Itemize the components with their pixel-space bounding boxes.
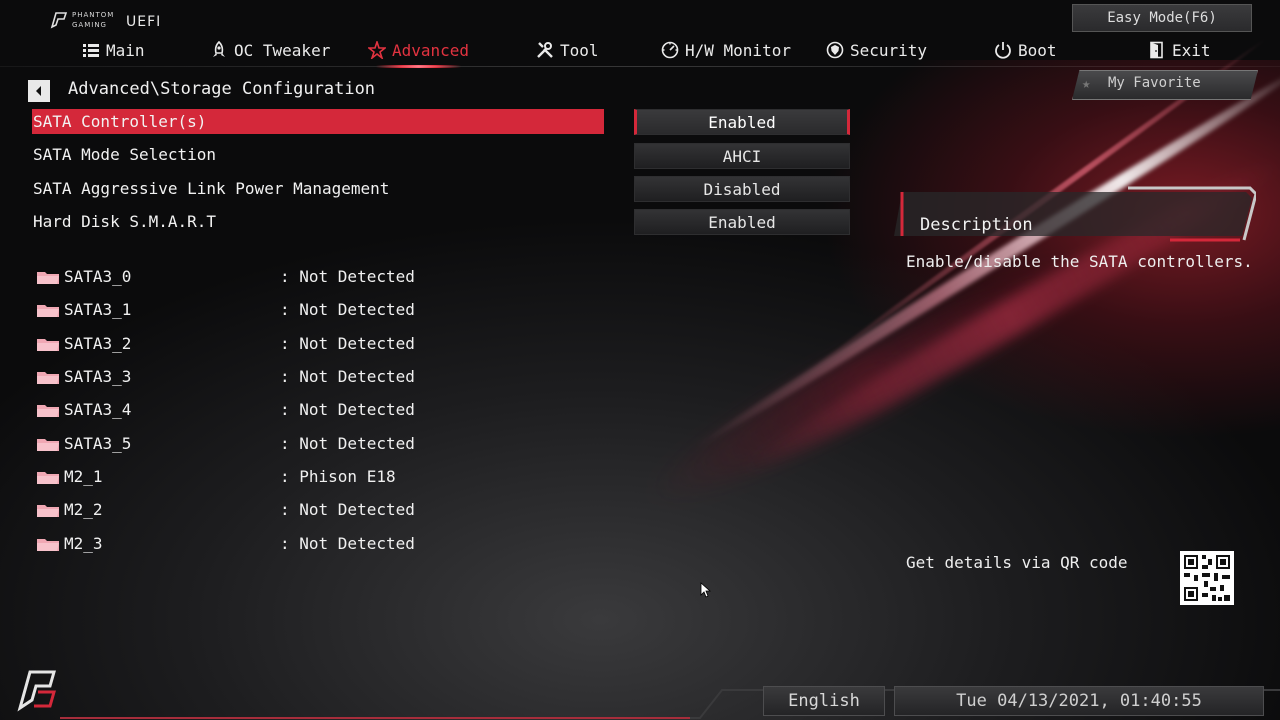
logo-uefi: UEFI [126,14,162,30]
back-arrow-icon [36,86,41,96]
device-row: SATA3_2 : Not Detected [36,332,636,356]
device-name: M2_2 [64,500,103,519]
tab-exit[interactable]: Exit [1148,36,1211,64]
back-button[interactable] [28,80,50,102]
phantom-gaming-logo: PHANTOM GAMING UEFI [50,10,170,36]
my-favorite-button[interactable]: ★ My Favorite [1072,70,1258,100]
star-icon [368,41,386,59]
power-icon [995,42,1011,59]
qr-code-icon [1180,551,1234,605]
easy-mode-button[interactable]: Easy Mode(F6) [1072,4,1252,32]
tab-hw-monitor-label: H/W Monitor [685,40,791,60]
device-status: : Not Detected [280,367,415,386]
folder-icon [37,472,59,484]
device-row: SATA3_0 : Not Detected [36,265,636,289]
device-row: M2_3 : Not Detected [36,532,636,556]
setting-hard-disk-smart-value[interactable]: Enabled [634,209,850,235]
folder-icon [37,339,59,351]
tab-boot-label: Boot [1018,40,1057,60]
pg-logo-icon [50,12,68,29]
exit-door-icon [1150,41,1163,59]
folder-icon [37,405,59,417]
device-name: SATA3_4 [64,400,132,419]
device-row: M2_2 : Not Detected [36,498,636,522]
list-icon [83,44,99,57]
tab-security[interactable]: Security [826,36,927,64]
datetime-display: Tue 04/13/2021, 01:40:55 [894,686,1264,716]
folder-icon [37,539,59,551]
device-status: : Not Detected [280,267,415,286]
description-title: Description [920,215,1033,235]
device-status: : Not Detected [280,500,415,519]
setting-sata-mode-selection[interactable]: SATA Mode Selection [32,142,604,167]
language-button[interactable]: English [763,686,885,716]
description-text: Enable/disable the SATA controllers. [906,252,1253,271]
pg-corner-logo [14,662,60,712]
main-nav: Main OC Tweaker Advanced Tool H/W Monito… [0,36,1280,68]
tab-advanced[interactable]: Advanced [368,36,470,68]
device-row: SATA3_5 : Not Detected [36,432,636,456]
tab-oc-tweaker-label: OC Tweaker [234,40,331,60]
rocket-icon [213,41,225,57]
folder-icon [37,272,59,284]
tab-tool[interactable]: Tool [536,36,599,64]
cursor-arrow-icon [700,582,712,598]
setting-sata-aggressive-lpm[interactable]: SATA Aggressive Link Power Management [32,176,604,201]
description-panel: Description [888,186,1256,242]
tools-icon [537,42,553,58]
device-name: M2_3 [64,534,103,553]
mouse-cursor [700,582,712,598]
device-row: SATA3_4 : Not Detected [36,398,636,422]
background-art [0,0,1280,720]
tab-oc-tweaker[interactable]: OC Tweaker [210,36,330,64]
device-name: SATA3_3 [64,367,132,386]
folder-icon [37,505,59,517]
my-favorite-label: My Favorite [1108,75,1201,91]
device-name: SATA3_0 [64,267,132,286]
qr-code [1180,551,1234,605]
logo-line1: PHANTOM [72,11,115,19]
device-status: : Not Detected [280,434,415,453]
shield-icon [826,41,844,59]
device-row: M2_1 : Phison E18 [36,465,636,489]
device-name: SATA3_1 [64,300,132,319]
tab-boot[interactable]: Boot [994,36,1057,64]
tab-main-label: Main [106,40,145,60]
device-status: : Not Detected [280,300,415,319]
tab-tool-label: Tool [560,40,599,60]
folder-icon [37,439,59,451]
device-name: M2_1 [64,467,103,486]
pg-logo-icon [17,670,56,712]
device-status: : Not Detected [280,334,415,353]
logo-line2: GAMING [72,21,107,29]
setting-sata-controllers[interactable]: SATA Controller(s) [32,109,604,134]
qr-caption: Get details via QR code [906,553,1128,572]
setting-hard-disk-smart[interactable]: Hard Disk S.M.A.R.T [32,209,604,234]
folder-icon [37,372,59,384]
tab-advanced-label: Advanced [392,40,470,60]
setting-sata-controllers-value[interactable]: Enabled [634,109,850,135]
device-status: : Not Detected [280,534,415,553]
device-row: SATA3_3 : Not Detected [36,365,636,389]
device-row: SATA3_1 : Not Detected [36,298,636,322]
nav-divider [0,66,1280,67]
gauge-icon [661,41,679,59]
device-status: : Not Detected [280,400,415,419]
device-status: : Phison E18 [280,467,396,486]
breadcrumb: Advanced\Storage Configuration [68,79,376,99]
tab-exit-label: Exit [1172,40,1211,60]
tab-main[interactable]: Main [82,36,145,64]
tab-hw-monitor[interactable]: H/W Monitor [661,36,791,64]
favorite-star-icon: ★ [1082,76,1091,92]
device-name: SATA3_2 [64,334,132,353]
setting-sata-mode-selection-value[interactable]: AHCI [634,143,850,169]
setting-sata-aggressive-lpm-value[interactable]: Disabled [634,176,850,202]
tab-security-label: Security [850,40,928,60]
device-name: SATA3_5 [64,434,132,453]
folder-icon [37,305,59,317]
